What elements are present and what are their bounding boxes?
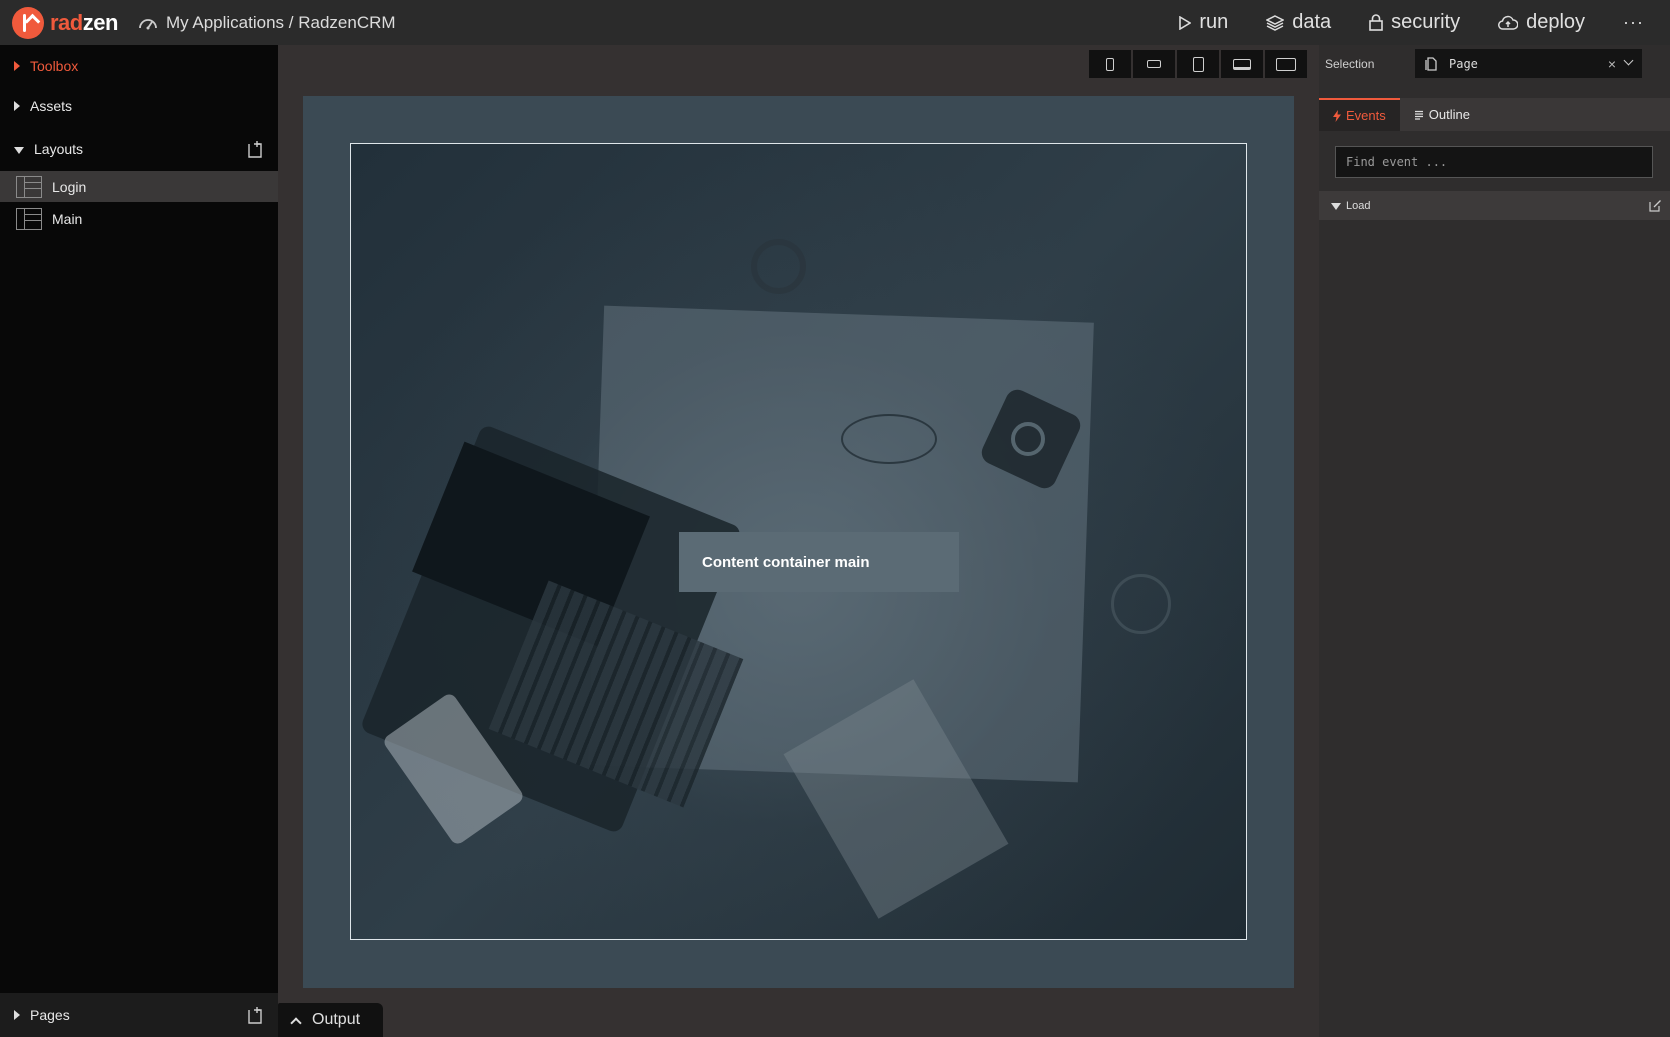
device-phone-landscape-button[interactable] <box>1133 50 1175 78</box>
expand-arrow-icon <box>14 1010 20 1020</box>
radzen-logo[interactable]: radzen <box>12 6 118 39</box>
tab-events[interactable]: Events <box>1319 98 1400 131</box>
collapse-arrow-icon <box>14 146 24 154</box>
radzen-logo-icon <box>12 6 44 39</box>
bg-glass <box>1111 574 1171 634</box>
run-label: run <box>1199 11 1229 33</box>
main-nav: run data security deploy ··· <box>1179 0 1670 45</box>
breadcrumb-text: My Applications / RadzenCRM <box>165 12 396 32</box>
tab-events-label: Events <box>1346 108 1386 123</box>
layers-icon <box>1266 14 1285 31</box>
toolbox-label: Toolbox <box>30 58 79 74</box>
play-icon <box>1179 15 1192 30</box>
selection-row: Selection Page × <box>1319 45 1670 83</box>
layout-icon <box>16 207 42 230</box>
tab-outline-label: Outline <box>1428 107 1470 122</box>
device-preview-toolbar <box>1087 50 1307 78</box>
layout-item-main[interactable]: Main <box>0 203 278 234</box>
layouts-label: Layouts <box>34 141 84 157</box>
phone-landscape-icon <box>1147 60 1161 68</box>
logo-text-rad: rad <box>50 9 83 35</box>
login-layout-background-image[interactable]: Content container main <box>350 143 1247 940</box>
pages-label: Pages <box>30 1007 70 1023</box>
device-laptop-button[interactable] <box>1221 50 1263 78</box>
content-container-label: Content container main <box>702 553 870 571</box>
page-frame[interactable]: Content container main <box>303 96 1294 988</box>
laptop-icon <box>1233 58 1251 70</box>
selection-value: Page <box>1449 56 1478 71</box>
tab-outline[interactable]: Outline <box>1400 98 1484 131</box>
expand-arrow-icon <box>14 101 20 111</box>
security-button[interactable]: security <box>1369 11 1460 34</box>
dashboard-icon <box>139 18 157 29</box>
left-sidebar: Toolbox Assets Layouts Login Main Pages <box>0 45 278 1037</box>
top-bar: radzen My Applications / RadzenCRM run d… <box>0 0 1670 45</box>
cloud-upload-icon <box>1498 15 1519 30</box>
panel-tabs: Events Outline <box>1319 98 1670 131</box>
assets-label: Assets <box>30 98 73 114</box>
deploy-label: deploy <box>1526 11 1586 33</box>
edit-icon[interactable] <box>1649 199 1662 212</box>
lightning-icon <box>1333 109 1341 122</box>
layouts-section-toggle[interactable]: Layouts <box>0 131 278 167</box>
pages-section-toggle[interactable]: Pages <box>0 993 278 1037</box>
desktop-icon <box>1276 57 1296 71</box>
expand-arrow-icon <box>14 61 20 71</box>
lock-icon <box>1369 14 1383 31</box>
device-phone-portrait-button[interactable] <box>1089 50 1131 78</box>
data-label: data <box>1292 11 1332 33</box>
output-label: Output <box>312 1011 361 1028</box>
bg-sketch-oval <box>841 414 937 464</box>
output-panel-toggle[interactable]: Output <box>278 1003 383 1037</box>
add-layout-icon[interactable] <box>246 140 264 158</box>
content-container-main[interactable]: Content container main <box>679 532 959 592</box>
device-tablet-portrait-button[interactable] <box>1177 50 1219 78</box>
data-button[interactable]: data <box>1266 11 1331 34</box>
page-icon <box>1425 56 1437 71</box>
collapse-arrow-icon <box>1331 203 1341 210</box>
more-menu-button[interactable]: ··· <box>1623 12 1644 33</box>
logo-text-zen: zen <box>82 9 119 35</box>
layout-icon <box>16 175 42 198</box>
assets-section-toggle[interactable]: Assets <box>0 88 278 124</box>
selection-dropdown[interactable]: Page × <box>1415 49 1642 78</box>
find-event-input[interactable] <box>1335 146 1653 178</box>
deploy-button[interactable]: deploy <box>1498 11 1585 34</box>
tablet-portrait-icon <box>1192 56 1204 72</box>
selection-label: Selection <box>1325 57 1375 71</box>
chevron-up-icon <box>290 1016 302 1029</box>
design-canvas: Content container main <box>278 45 1319 1037</box>
run-button[interactable]: run <box>1179 11 1228 34</box>
event-load-label: Load <box>1346 199 1371 212</box>
clear-selection-button[interactable]: × <box>1608 56 1616 72</box>
layout-item-label: Main <box>52 210 83 227</box>
chevron-down-icon[interactable] <box>1623 55 1634 66</box>
list-icon <box>1414 110 1423 120</box>
layout-item-login[interactable]: Login <box>0 171 278 202</box>
bg-cup <box>751 239 806 294</box>
security-label: security <box>1391 11 1461 33</box>
breadcrumb[interactable]: My Applications / RadzenCRM <box>138 13 396 33</box>
phone-portrait-icon <box>1106 57 1114 71</box>
properties-panel: Selection Page × Events Outline Load <box>1319 45 1670 1037</box>
toolbox-section-toggle[interactable]: Toolbox <box>0 48 278 84</box>
logo-text: radzen <box>50 10 118 36</box>
add-page-icon[interactable] <box>246 1006 264 1024</box>
layout-item-label: Login <box>52 178 87 195</box>
event-load-row[interactable]: Load <box>1319 191 1670 220</box>
bg-camera-lens <box>1011 422 1045 456</box>
device-desktop-button[interactable] <box>1265 50 1307 78</box>
